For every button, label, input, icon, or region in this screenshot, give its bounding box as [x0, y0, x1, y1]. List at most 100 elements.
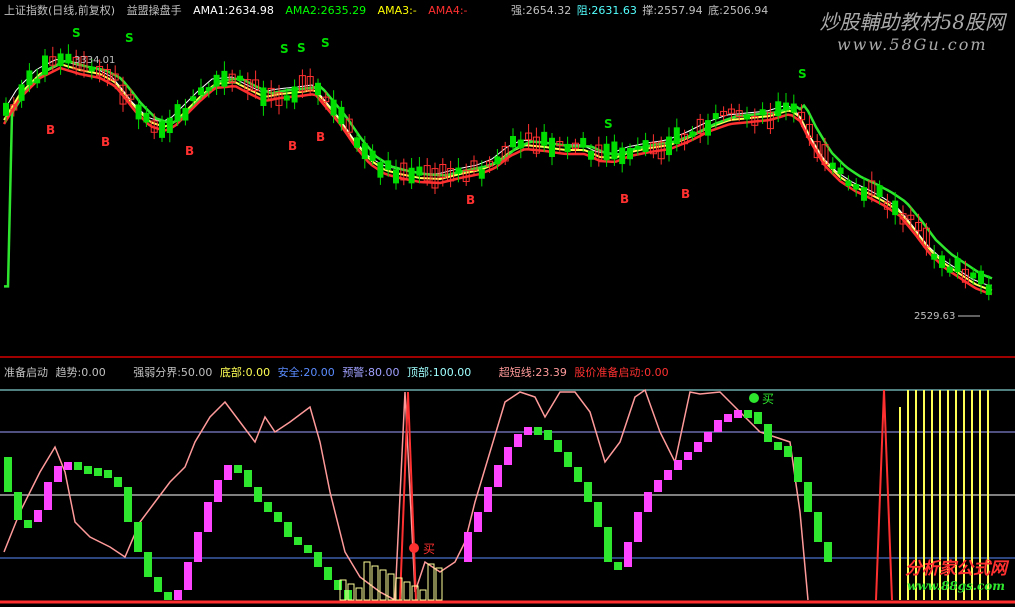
- price-panel[interactable]: 上证指数(日线,前复权) 益盟操盘手 AMA1:2634.98 AMA2:263…: [0, 0, 1015, 358]
- candle-body: [853, 184, 860, 190]
- candle-body: [166, 117, 173, 134]
- trend-band-segment: [14, 492, 22, 520]
- candle-body: [588, 150, 594, 160]
- buy-label-1: 买: [423, 542, 436, 556]
- candle-body: [283, 95, 290, 101]
- candle-body: [510, 135, 516, 148]
- trend-band-segment: [704, 432, 712, 442]
- trend-band-segment: [794, 457, 802, 482]
- candle-body: [354, 137, 360, 148]
- candle-body: [3, 102, 9, 116]
- candle-body: [985, 284, 992, 295]
- candle-body: [946, 266, 953, 273]
- trend-band-segment: [604, 527, 612, 562]
- trend-band-segment: [274, 512, 282, 522]
- trend-band-segment: [654, 480, 662, 492]
- trend-band-segment: [674, 460, 682, 470]
- trend-band-segment: [294, 537, 302, 545]
- candle-body: [237, 75, 243, 81]
- ama-green-line: [4, 59, 993, 288]
- candle-body: [221, 70, 228, 87]
- trend-band-segment: [334, 580, 342, 590]
- trend-band-segment: [504, 447, 512, 465]
- candle-body: [705, 120, 711, 136]
- trend-band-segment: [804, 482, 812, 512]
- candle-body: [978, 270, 984, 285]
- watermark-bottom: 分析家公式网 www.88gs.com: [905, 554, 1007, 593]
- indicator-panel[interactable]: 准备启动 趋势:0.00 强弱分界:50.00 底部:0.00 安全:20.00…: [0, 362, 1015, 607]
- trend-band-segment: [724, 414, 732, 422]
- candle-body: [18, 84, 25, 101]
- sell-signal: S: [321, 36, 330, 50]
- candle-body: [517, 139, 524, 149]
- trend-band-segment: [714, 420, 722, 432]
- candle-body: [260, 87, 267, 106]
- trend-band-segment: [134, 522, 142, 552]
- candle-body: [861, 187, 867, 201]
- candle-body: [970, 272, 977, 279]
- candle-body: [603, 143, 610, 161]
- candle-body: [65, 53, 72, 64]
- candle-body: [494, 156, 501, 165]
- candle-body: [564, 143, 571, 153]
- candle-body: [88, 66, 95, 72]
- trend-band-segment: [474, 512, 482, 532]
- candle-body: [666, 136, 672, 156]
- trend-band-segment: [204, 502, 212, 532]
- trend-band-segment: [254, 487, 262, 502]
- candle-body: [190, 96, 197, 102]
- low-bar: [419, 589, 427, 601]
- trend-band-segment: [314, 552, 322, 567]
- buy-signal: B: [620, 192, 629, 206]
- buy-label-2: 买: [762, 392, 775, 406]
- high-price-label: 3334.01: [74, 55, 116, 66]
- sell-signal: S: [280, 42, 289, 56]
- trend-band-segment: [234, 465, 242, 473]
- candle-body: [892, 200, 899, 216]
- candle-body: [931, 253, 938, 260]
- low-bar: [355, 587, 363, 601]
- buy-signal: B: [681, 187, 690, 201]
- indicator-chart[interactable]: [0, 362, 1015, 607]
- trend-band-segment: [64, 462, 72, 470]
- trend-band-segment: [644, 492, 652, 512]
- trend-band-segment: [34, 510, 42, 522]
- candle-body: [385, 160, 392, 170]
- candle-body: [783, 102, 789, 111]
- trend-band-segment: [524, 427, 532, 435]
- candle-body: [205, 87, 212, 92]
- buy-signal: B: [46, 123, 55, 137]
- trend-band-segment: [304, 545, 312, 553]
- trend-band-segment: [124, 487, 132, 522]
- low-bar: [371, 565, 379, 601]
- candle-body: [939, 255, 945, 268]
- low-price-label: 2529.63: [914, 311, 956, 322]
- candle-body: [642, 140, 649, 153]
- sell-signal: S: [297, 41, 306, 55]
- candle-body: [377, 162, 384, 178]
- trend-band-segment: [94, 468, 102, 476]
- sell-signal: S: [72, 26, 81, 40]
- candle-body: [954, 258, 961, 273]
- trend-band-segment: [574, 467, 582, 482]
- trend-band-segment: [194, 532, 202, 562]
- buy-marker-green: [749, 393, 759, 403]
- candle-body: [361, 143, 368, 160]
- low-bar: [427, 563, 435, 601]
- trend-band-segment: [484, 487, 492, 512]
- candle-body: [182, 107, 189, 121]
- candle-body: [213, 74, 220, 87]
- trend-band-segment: [104, 470, 112, 478]
- trend-band-segment: [54, 466, 62, 482]
- trend-band-segment: [114, 477, 122, 487]
- trend-band-segment: [214, 480, 222, 502]
- ama-red-line: [2, 66, 993, 296]
- watermark-bottom-line1: 分析家公式网: [905, 559, 1007, 579]
- candle-body: [790, 103, 797, 113]
- low-bar: [435, 567, 443, 601]
- candle-body: [143, 112, 150, 123]
- trend-band-segment: [464, 532, 472, 562]
- price-chart[interactable]: S SS S SSSBBB BBB B B: [0, 0, 1015, 358]
- trend-band-segment: [564, 452, 572, 467]
- candle-body: [627, 147, 633, 160]
